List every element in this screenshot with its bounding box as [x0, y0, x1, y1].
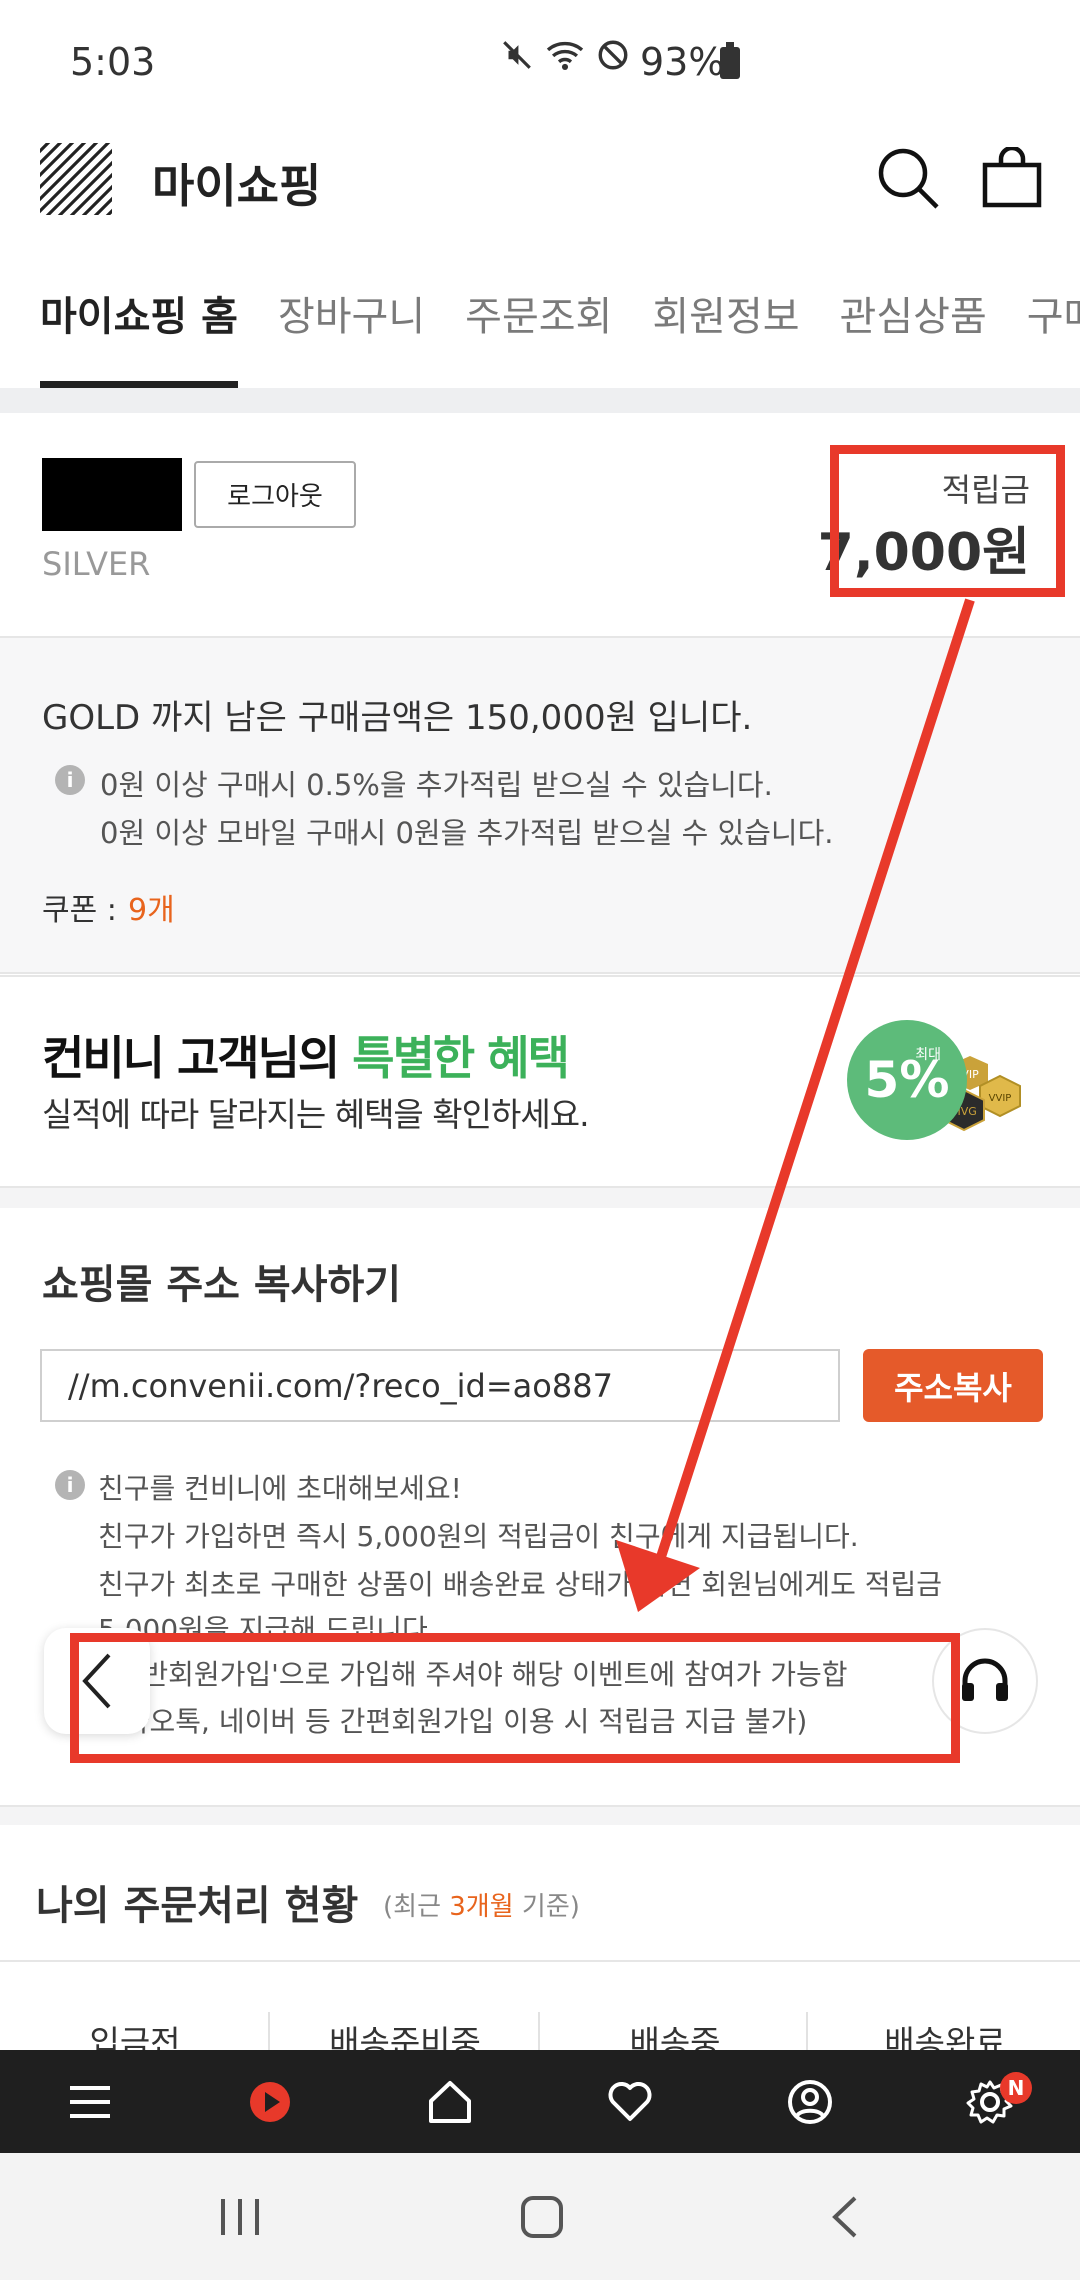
home-square-icon: [521, 2195, 563, 2238]
bottom-nav-bar: N: [0, 2050, 1080, 2153]
period-prefix: (최근: [383, 1892, 450, 1922]
nav-home[interactable]: [360, 2050, 540, 2153]
system-nav-bar: [0, 2153, 1080, 2280]
nav-account[interactable]: [720, 2050, 900, 2153]
recent-apps-button[interactable]: [170, 2153, 310, 2280]
period-suffix: 기준): [513, 1892, 580, 1922]
annotation-arrow: [616, 598, 975, 1612]
section-separator: [0, 1805, 1080, 1825]
period-highlight: 3개월: [449, 1892, 514, 1922]
home-icon: [429, 2080, 471, 2123]
status-shipping[interactable]: 배송중: [540, 2016, 810, 2050]
order-status-period: (최근 3개월 기준): [383, 1886, 580, 1923]
menu-icon: [70, 2085, 110, 2118]
back-system-button[interactable]: [774, 2153, 914, 2280]
nav-live[interactable]: [180, 2050, 360, 2153]
status-before-deposit[interactable]: 입금전: [0, 2016, 270, 2050]
heart-icon: [608, 2081, 652, 2121]
order-status-title: 나의 주문처리 현황: [36, 1883, 359, 1929]
nav-wishlist[interactable]: [540, 2050, 720, 2153]
order-status-table: 입금전 배송준비중 배송중 배송완료: [0, 1960, 1080, 2050]
nav-menu[interactable]: [0, 2050, 180, 2153]
home-system-button[interactable]: [472, 2153, 612, 2280]
user-icon: [788, 2079, 832, 2124]
recent-apps-icon: [221, 2198, 259, 2235]
nav-settings[interactable]: N: [900, 2050, 1080, 2153]
notification-badge: N: [1000, 2072, 1032, 2104]
status-delivered[interactable]: 배송완료: [810, 2016, 1080, 2050]
back-chevron-icon: [832, 2196, 857, 2237]
play-icon: [250, 2081, 290, 2122]
status-preparing[interactable]: 배송준비중: [270, 2016, 540, 2050]
